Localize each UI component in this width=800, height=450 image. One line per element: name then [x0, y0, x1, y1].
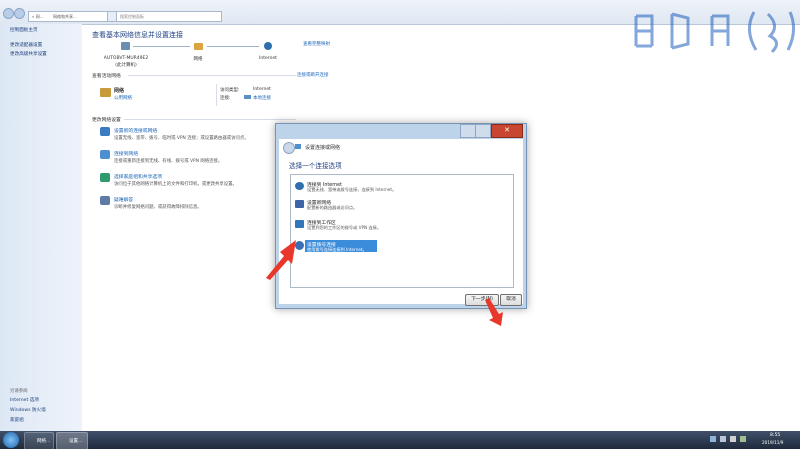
cancel-button[interactable]: 取消 [500, 294, 522, 306]
sidebar-item-advanced-sharing[interactable]: 更改高级共享设置 [10, 51, 47, 57]
next-button[interactable]: 下一步(N) [465, 294, 499, 306]
action-connect-to-network[interactable]: 连接到网络 [114, 150, 138, 157]
connect-disconnect-text: 连接或断开连接 [297, 73, 329, 78]
dialog-body: 设置连接或网络 选择一个连接选项 连接到 Internet 设置无线、宽带或拨号… [279, 139, 523, 306]
clock-time[interactable]: 8:55 [770, 433, 780, 438]
minimize-button[interactable] [475, 124, 491, 138]
option-desc: 配置新的路由器或访问点。 [307, 205, 358, 210]
search-placeholder: 搜索控制面板 [120, 14, 144, 19]
action-setup-new-connection[interactable]: 设置新的连接或网络 [114, 127, 157, 134]
page-title: 查看基本网络信息并设置连接 [92, 31, 183, 39]
sidebar-item-homegroup[interactable]: 家庭组 [10, 417, 24, 423]
computer-sub: (此计算机) [115, 63, 137, 68]
action-troubleshoot[interactable]: 疑难解答 [114, 196, 133, 203]
access-type-label: 访问类型: [220, 88, 240, 93]
ethernet-icon [244, 95, 251, 99]
sidebar-item-internet-options[interactable]: Internet 选项 [10, 397, 39, 403]
network-wizard-icon [295, 144, 301, 149]
action-homegroup-sharing[interactable]: 选择家庭组和共享选项 [114, 173, 162, 180]
address-prefix: « 网... [32, 14, 44, 19]
taskbar: 网络... 设置... 8:55 2019/11/9 [0, 431, 800, 450]
network-icon [194, 43, 203, 50]
divider [124, 119, 296, 120]
map-network-label: 网络 [193, 57, 203, 62]
taskbar-app-label: 设置... [69, 439, 83, 444]
action-desc: 诊断并修复网络问题，或获得故障排除信息。 [114, 205, 202, 210]
connection-options-list: 连接到 Internet 设置无线、宽带或拨号连接，连接到 Internet。 … [290, 174, 514, 288]
map-line-2 [207, 46, 259, 47]
divider-vertical [216, 84, 217, 106]
homegroup-icon [100, 173, 110, 182]
sidebar-item-windows-firewall[interactable]: Windows 防火墙 [10, 407, 46, 413]
left-pane: 控制面板主页 更改适配器设置 更改高级共享设置 另请参阅 Internet 选项… [0, 24, 82, 431]
close-button[interactable]: ✕ [491, 124, 523, 138]
dialog-heading: 选择一个连接选项 [289, 162, 342, 170]
globe-icon [295, 182, 304, 190]
sidebar-item-control-panel-home[interactable]: 控制面板主页 [10, 27, 38, 33]
globe-icon [264, 42, 272, 50]
access-type-value: Internet [253, 87, 271, 92]
close-icon: ✕ [504, 126, 510, 134]
active-networks-title: 查看活动网络 [92, 74, 121, 79]
address-bar[interactable]: « 网... 网络和共享... [28, 11, 108, 22]
taskbar-app-network[interactable]: 网络... [24, 432, 54, 450]
network-bench-icon [100, 88, 111, 97]
computer-icon [121, 42, 130, 50]
forward-button[interactable] [14, 8, 25, 19]
action-desc: 设置无线、宽带、拨号、临时或 VPN 连接；或设置路由器或访问点。 [114, 136, 249, 141]
clock-date[interactable]: 2019/11/9 [762, 440, 783, 445]
back-arrow-icon[interactable] [283, 142, 295, 154]
new-connection-icon [100, 127, 110, 136]
dialup-icon [295, 241, 304, 250]
map-line-1 [133, 46, 190, 47]
change-settings-title: 更改网络设置 [92, 118, 121, 123]
connection-link[interactable]: 本地连接 [253, 95, 271, 101]
connect-disconnect-link[interactable]: 连接或断开连接 [297, 72, 329, 78]
connection-label: 连接: [220, 96, 231, 101]
sidebar-item-adapter-settings[interactable]: 更改适配器设置 [10, 42, 42, 48]
taskbar-app-setup[interactable]: 设置... [56, 432, 88, 450]
dialog-title: 设置连接或网络 [305, 145, 341, 151]
active-network-name: 网络 [114, 88, 125, 94]
workplace-icon [295, 220, 304, 228]
router-icon [295, 200, 304, 208]
computer-name: AUTOBVT-MUR49E2 [103, 56, 149, 61]
action-desc: 访问位于其他网络计算机上的文件和打印机，或更改共享设置。 [114, 182, 237, 187]
address-current: 网络和共享... [53, 14, 77, 19]
start-button-icon[interactable] [3, 432, 19, 448]
setup-connection-dialog: ✕ 设置连接或网络 选择一个连接选项 连接到 Internet 设置无线、宽带或… [275, 123, 527, 309]
see-also-title: 另请参阅 [10, 389, 28, 394]
search-input[interactable]: 搜索控制面板 [116, 11, 222, 22]
back-button[interactable] [3, 8, 14, 19]
map-internet-label: Internet [259, 56, 277, 61]
connect-network-icon [100, 150, 110, 159]
divider [128, 75, 296, 76]
option-desc: 使用拨号连接连接到 Internet。 [307, 247, 367, 252]
action-desc: 连接或重新连接到无线、有线、拨号或 VPN 网络连接。 [114, 159, 223, 164]
network-type-link[interactable]: 公用网络 [114, 95, 132, 101]
option-desc: 设置无线、宽带或拨号连接，连接到 Internet。 [307, 187, 397, 192]
view-full-map-link[interactable]: 查看完整映射 [303, 41, 330, 47]
option-desc: 设置到您的工作区的拨号或 VPN 连接。 [307, 225, 381, 230]
tray-icons[interactable] [710, 436, 750, 443]
taskbar-app-label: 网络... [37, 439, 51, 444]
troubleshoot-icon [100, 196, 110, 205]
maximize-button[interactable] [460, 124, 476, 138]
desktop-gadget-decoration [634, 11, 795, 54]
